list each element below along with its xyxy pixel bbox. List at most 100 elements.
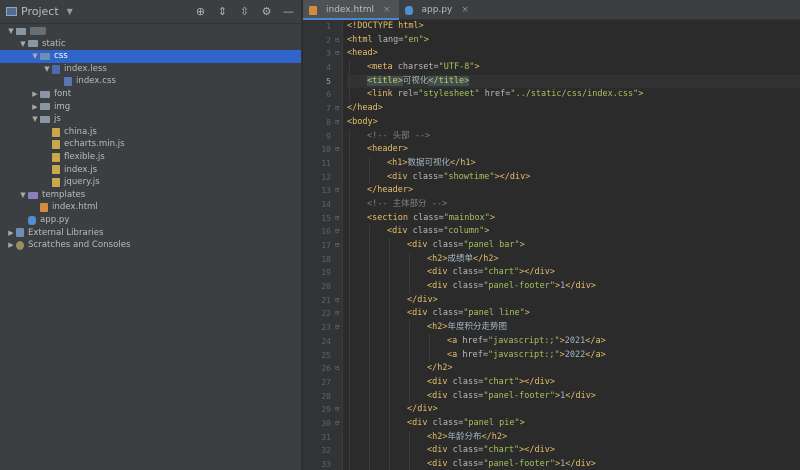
tree-item[interactable]: ▼ [0, 25, 301, 38]
tree-item[interactable]: ▼ js [0, 113, 301, 126]
tree-item[interactable]: china.js [0, 126, 301, 139]
project-view-selector[interactable]: Project ▼ [6, 5, 73, 18]
code-line[interactable]: 32 <div class="chart"></div> [321, 444, 800, 458]
tree-item[interactable]: echarts.min.js [0, 138, 301, 151]
tree-item[interactable]: ▼ templates [0, 189, 301, 202]
fold-marker-icon[interactable]: ⊟ [335, 321, 339, 335]
code-line[interactable]: 23 ⊟ <h2>年度积分走势图 [321, 321, 800, 335]
minimize-icon[interactable]: — [282, 5, 295, 18]
editor-tab[interactable]: app.py × [399, 0, 477, 20]
fold-marker-icon[interactable]: ⊟ [335, 184, 339, 198]
code-line[interactable]: 4 <meta charset="UTF-8"> [326, 61, 800, 75]
code-line[interactable]: 8 ⊟ <body> [326, 116, 800, 130]
tree-item[interactable]: ▶ img [0, 101, 301, 114]
code-line[interactable]: 33 <div class="panel-footer">1</div> [321, 458, 800, 470]
expanded-arrow-icon[interactable]: ▼ [42, 63, 52, 76]
tree-item[interactable]: ▶ Scratches and Consoles [0, 239, 301, 252]
expanded-arrow-icon[interactable]: ▼ [18, 189, 28, 202]
code-line[interactable]: 1 <!DOCTYPE html> [326, 20, 800, 34]
code-token: 年度积分走势图 [447, 322, 507, 333]
fold-marker-icon[interactable]: ⊟ [335, 403, 339, 417]
code-token: charset= [397, 62, 439, 73]
expand-all-icon[interactable]: ⇕ [216, 5, 229, 18]
code-line[interactable]: 20 <div class="panel-footer">1</div> [321, 280, 800, 294]
expanded-arrow-icon[interactable]: ▼ [6, 25, 16, 38]
fold-marker-icon[interactable]: ⊟ [335, 417, 339, 431]
crosshair-icon[interactable]: ⊕ [194, 5, 207, 18]
chevron-down-icon[interactable]: ▼ [67, 7, 73, 16]
code-text: <div class="panel-footer">1</div> [347, 391, 596, 401]
collapsed-arrow-icon[interactable]: ▶ [6, 227, 16, 240]
code-line[interactable]: 15 ⊟ <section class="mainbox"> [321, 211, 800, 226]
fold-marker-icon[interactable]: ⊟ [335, 362, 339, 376]
code-token: </div> [407, 294, 438, 305]
code-line[interactable]: 13 ⊟ </header> [321, 184, 800, 198]
tree-item[interactable]: ▼ static [0, 38, 301, 51]
code-line[interactable]: 5 <title>可视化</title> [326, 74, 800, 89]
code-content[interactable]: 1 <!DOCTYPE html> 2 ⊟ <html lang="en"> 3 ⊟ <hea… [321, 20, 800, 470]
code-line[interactable]: 27 <div class="chart"></div> [321, 375, 800, 390]
collapsed-arrow-icon[interactable]: ▶ [30, 101, 40, 114]
fold-marker-icon[interactable]: ⊟ [335, 47, 339, 61]
tree-item[interactable]: ▶ font [0, 88, 301, 101]
line-number: 26 [321, 364, 331, 374]
code-line[interactable]: 16 ⊟ <div class="column"> [321, 225, 800, 239]
code-line[interactable]: 11 <h1>数据可视化</h1> [321, 156, 800, 171]
code-text: <h2>年龄分布</h2> [347, 432, 507, 442]
collapse-all-icon[interactable]: ⇳ [238, 5, 251, 18]
tree-item[interactable]: ▼ css [0, 50, 301, 63]
editor-tab[interactable]: index.html × [303, 0, 399, 20]
code-line[interactable]: 21 ⊟ </div> [321, 293, 800, 308]
code-line[interactable]: 22 ⊟ <div class="panel line"> [321, 307, 800, 322]
line-number: 18 [321, 254, 331, 264]
fold-marker-icon[interactable]: ⊟ [335, 307, 339, 321]
code-line[interactable]: 19 <div class="chart"></div> [321, 266, 800, 281]
code-line[interactable]: 30 ⊟ <div class="panel pie"> [321, 416, 800, 431]
code-line[interactable]: 7 ⊟ </head> [326, 102, 800, 116]
close-icon[interactable]: × [461, 5, 469, 15]
fold-marker-icon[interactable]: ⊟ [335, 143, 339, 157]
tree-item[interactable]: index.html [0, 201, 301, 214]
code-line[interactable]: 12 <div class="showtime"></div> [321, 170, 800, 185]
expanded-arrow-icon[interactable]: ▼ [18, 38, 28, 51]
fold-marker-icon[interactable]: ⊟ [335, 294, 339, 308]
code-line[interactable]: 3 ⊟ <head> [326, 47, 800, 61]
code-line[interactable]: 29 ⊟ </div> [321, 403, 800, 417]
fold-marker-icon[interactable]: ⊟ [335, 102, 339, 116]
code-line[interactable]: 17 ⊟ <div class="panel bar"> [321, 239, 800, 253]
code-line[interactable]: 10 ⊟ <header> [321, 143, 800, 157]
line-number: 24 [321, 336, 331, 346]
code-line[interactable]: 9 <!-- 头部 --> [326, 129, 800, 144]
code-line[interactable]: 2 ⊟ <html lang="en"> [326, 34, 800, 48]
fold-marker-icon[interactable]: ⊟ [335, 34, 339, 48]
fold-marker-icon[interactable]: ⊟ [335, 116, 339, 130]
fold-marker-icon[interactable]: ⊟ [335, 239, 339, 253]
code-line[interactable]: 24 <a href="javascript:;">2021</a> [321, 334, 800, 349]
tree-item[interactable]: ▼ index.less [0, 63, 301, 76]
expanded-arrow-icon[interactable]: ▼ [30, 113, 40, 126]
code-line[interactable]: 14 <!-- 主体部分 --> [321, 197, 800, 212]
tree-item[interactable]: jquery.js [0, 176, 301, 189]
tree-item[interactable]: index.js [0, 164, 301, 177]
tree-item[interactable]: flexible.js [0, 151, 301, 164]
collapsed-arrow-icon[interactable]: ▶ [6, 239, 16, 252]
tree-item[interactable]: app.py [0, 214, 301, 227]
gear-icon[interactable]: ⚙ [260, 5, 273, 18]
code-line[interactable]: 25 <a href="javascript:;">2022</a> [321, 348, 800, 363]
tree-item[interactable]: ▶ External Libraries [0, 227, 301, 240]
code-line[interactable]: 18 <h2>成绩单</h2> [321, 252, 800, 267]
code-line[interactable]: 26 ⊟ </h2> [321, 362, 800, 376]
code-line[interactable]: 28 <div class="panel-footer">1</div> [321, 389, 800, 404]
code-token: href= [479, 89, 511, 100]
collapsed-arrow-icon[interactable]: ▶ [30, 88, 40, 101]
code-token: <h2> [427, 322, 448, 333]
fold-marker-icon[interactable]: ⊟ [335, 225, 339, 239]
tree-item[interactable]: index.css [0, 75, 301, 88]
code-line[interactable]: 31 <h2>年龄分布</h2> [321, 430, 800, 445]
code-line[interactable]: 6 <link rel="stylesheet" href="../static/… [326, 88, 800, 103]
folder-icon [16, 27, 26, 35]
fold-marker-icon[interactable]: ⊟ [335, 212, 339, 226]
close-icon[interactable]: × [383, 5, 391, 15]
expanded-arrow-icon[interactable]: ▼ [30, 50, 40, 63]
code-area[interactable]: 1 <!DOCTYPE html> 2 ⊟ <html lang="en"> 3 ⊟ <hea… [303, 20, 800, 470]
